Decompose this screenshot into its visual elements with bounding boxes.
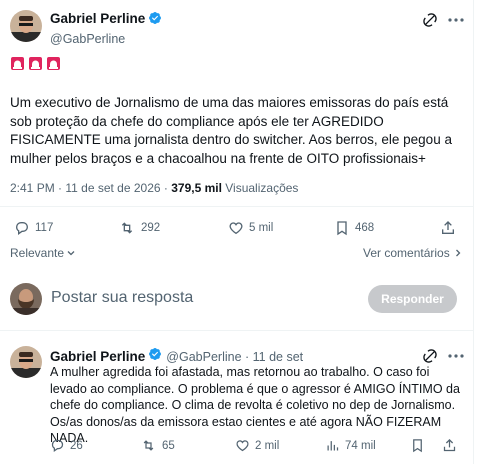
share-icon bbox=[443, 438, 456, 452]
reply-share-button[interactable] bbox=[442, 438, 457, 453]
reply-count: 117 bbox=[35, 222, 54, 234]
author-name[interactable]: Gabriel Perline bbox=[50, 11, 145, 26]
reply-reply-button[interactable]: 26 bbox=[50, 438, 83, 453]
like-button[interactable]: 5 mil bbox=[228, 220, 273, 236]
reply-retweet-button[interactable]: 65 bbox=[140, 438, 175, 453]
reply-reply-count: 26 bbox=[70, 439, 83, 452]
tweet-text: Um executivo de Jornalismo de uma das ma… bbox=[10, 95, 452, 166]
tweet-thread: Gabriel Perline @GabPerline Um executivo… bbox=[0, 0, 474, 464]
reply-icon bbox=[15, 222, 29, 235]
share-icon bbox=[442, 221, 454, 234]
retweet-button[interactable]: 292 bbox=[118, 220, 160, 236]
siren-emojis bbox=[10, 56, 61, 71]
bookmark-button[interactable]: 468 bbox=[334, 220, 374, 236]
tweet-timestamp[interactable]: 2:41 PM · 11 de set de 2026 · bbox=[10, 181, 171, 195]
bookmark-icon bbox=[337, 221, 347, 236]
reply-author-handle[interactable]: @GabPerline · 11 de set bbox=[166, 350, 303, 364]
share-button[interactable] bbox=[440, 220, 456, 236]
reply-views-button[interactable]: 74 mil bbox=[325, 438, 376, 453]
user-avatar[interactable] bbox=[10, 283, 42, 315]
views-label: Visualizações bbox=[221, 181, 299, 195]
retweet-icon bbox=[121, 222, 133, 234]
verified-badge-icon bbox=[148, 11, 162, 30]
sort-relevant-dropdown[interactable]: Relevante bbox=[10, 246, 76, 260]
reply-icon bbox=[51, 439, 64, 453]
reply-grok-icon[interactable] bbox=[422, 348, 438, 364]
reply-author-avatar[interactable] bbox=[10, 346, 42, 378]
reply-compose-input[interactable]: Postar sua resposta bbox=[51, 289, 193, 307]
retweet-count: 292 bbox=[141, 222, 161, 234]
reply-button[interactable]: 117 bbox=[14, 220, 53, 236]
bookmark-count: 468 bbox=[355, 222, 375, 234]
reply-like-button[interactable]: 2 mil bbox=[235, 438, 279, 453]
retweet-icon bbox=[143, 440, 154, 451]
heart-icon bbox=[236, 440, 249, 452]
reply-bookmark-button[interactable] bbox=[410, 438, 425, 453]
reply-views-count: 74 mil bbox=[345, 439, 376, 452]
see-comments-link[interactable]: Ver comentários bbox=[363, 246, 463, 260]
reply-submit-button[interactable]: Responder bbox=[368, 285, 457, 313]
reply-more-options-icon[interactable] bbox=[448, 354, 464, 358]
reply-retweet-count: 65 bbox=[162, 439, 175, 452]
views-chart-icon bbox=[327, 441, 339, 451]
more-options-icon[interactable] bbox=[448, 18, 464, 22]
reply-tweet-text: A mulher agredida foi afastada, mas reto… bbox=[50, 365, 460, 445]
chevron-right-icon bbox=[455, 249, 461, 257]
views-count: 379,5 mil bbox=[171, 181, 222, 195]
author-avatar[interactable] bbox=[10, 10, 42, 42]
reply-author-name[interactable]: Gabriel Perline bbox=[50, 349, 145, 364]
chevron-down-icon bbox=[67, 251, 75, 256]
bookmark-icon bbox=[413, 439, 422, 453]
like-count: 5 mil bbox=[249, 222, 274, 234]
author-handle[interactable]: @GabPerline bbox=[50, 32, 162, 46]
grok-icon[interactable] bbox=[422, 12, 438, 28]
reply-like-count: 2 mil bbox=[255, 439, 280, 452]
heart-icon bbox=[229, 222, 243, 235]
